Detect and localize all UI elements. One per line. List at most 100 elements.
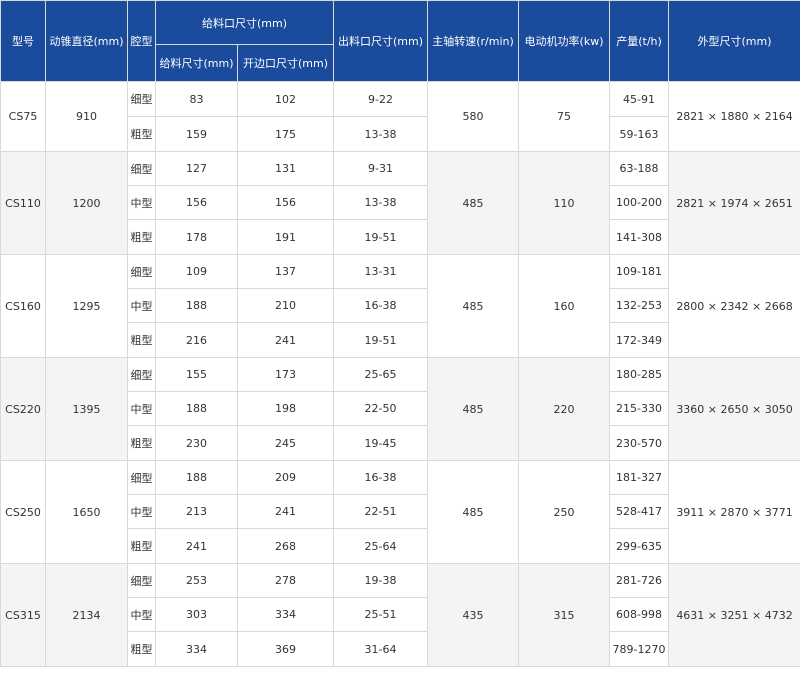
cavity-cell: 中型 [127, 391, 156, 426]
speed-cell: 485 [427, 357, 520, 461]
discharge-cell: 19-51 [333, 322, 429, 358]
feed-cell: 241 [155, 528, 238, 564]
model-group: CS75 910 细型 83 102 9-22 580 75 45-91 282… [0, 81, 800, 152]
discharge-cell: 31-64 [333, 631, 429, 667]
model-group: CS110 1200 细型 127 131 9-31 485 110 63-18… [0, 151, 800, 255]
table-row: CS315 2134 细型 253 278 19-38 435 315 281-… [0, 563, 800, 667]
diameter-cell: 1395 [45, 357, 128, 461]
discharge-cell: 13-38 [333, 185, 429, 220]
cavity-cell: 粗型 [127, 322, 156, 358]
open-cell: 210 [236, 288, 335, 323]
diameter-cell: 1295 [45, 254, 128, 358]
cavity-cell: 粗型 [127, 116, 156, 152]
cavity-cell: 细型 [127, 563, 156, 598]
cavity-cell: 中型 [127, 494, 156, 529]
capacity-cell: 180-285 [609, 357, 670, 392]
table-row: CS220 1395 细型 155 173 25-65 485 220 180-… [0, 357, 800, 461]
open-cell: 241 [236, 322, 335, 358]
capacity-cell: 141-308 [609, 219, 670, 255]
header-feed-size-group: 给料口尺寸(mm) [154, 0, 335, 45]
feed-cell: 213 [155, 494, 238, 529]
feed-cell: 159 [155, 116, 238, 152]
power-cell: 220 [518, 357, 611, 461]
cavity-cell: 细型 [127, 460, 156, 495]
capacity-cell: 608-998 [609, 597, 670, 632]
discharge-cell: 25-64 [333, 528, 429, 564]
cavity-cell: 中型 [127, 288, 156, 323]
discharge-cell: 22-51 [333, 494, 429, 529]
feed-cell: 109 [155, 254, 238, 289]
capacity-cell: 230-570 [609, 425, 670, 461]
header-discharge: 出料口尺寸(mm) [333, 0, 429, 82]
cavity-cell: 细型 [127, 151, 156, 186]
open-cell: 334 [236, 597, 335, 632]
feed-cell: 334 [155, 631, 238, 667]
table-header: 型号 动锥直径(mm) 腔型 给料口尺寸(mm) 出料口尺寸(mm) 主轴转速(… [0, 0, 800, 82]
header-dimensions: 外型尺寸(mm) [668, 0, 800, 82]
table-row: CS160 1295 细型 109 137 13-31 485 160 109-… [0, 254, 800, 358]
discharge-cell: 22-50 [333, 391, 429, 426]
model-cell: CS220 [0, 357, 46, 461]
feed-cell: 188 [155, 391, 238, 426]
discharge-cell: 19-51 [333, 219, 429, 255]
power-cell: 75 [518, 81, 611, 152]
open-cell: 245 [236, 425, 335, 461]
capacity-cell: 45-91 [609, 81, 670, 117]
feed-cell: 156 [155, 185, 238, 220]
header-cavity: 腔型 [127, 0, 156, 82]
capacity-cell: 109-181 [609, 254, 670, 289]
header-cone-diameter: 动锥直径(mm) [45, 0, 128, 82]
cavity-cell: 中型 [127, 185, 156, 220]
table-row: CS110 1200 细型 127 131 9-31 485 110 63-18… [0, 151, 800, 255]
header-feed-size: 给料尺寸(mm) [155, 44, 238, 82]
header-capacity: 产量(t/h) [609, 0, 670, 82]
open-cell: 173 [236, 357, 335, 392]
spec-table: 型号 动锥直径(mm) 腔型 给料口尺寸(mm) 出料口尺寸(mm) 主轴转速(… [0, 0, 800, 667]
speed-cell: 435 [427, 563, 520, 667]
open-cell: 137 [236, 254, 335, 289]
feed-cell: 127 [155, 151, 238, 186]
discharge-cell: 19-45 [333, 425, 429, 461]
dimensions-cell: 2821 × 1974 × 2651 [668, 151, 800, 255]
cavity-cell: 细型 [127, 81, 156, 117]
discharge-cell: 16-38 [333, 460, 429, 495]
speed-cell: 485 [427, 151, 520, 255]
model-group: CS250 1650 细型 188 209 16-38 485 250 181-… [0, 460, 800, 564]
cavity-cell: 粗型 [127, 631, 156, 667]
discharge-cell: 9-22 [333, 81, 429, 117]
header-spindle-speed: 主轴转速(r/min) [427, 0, 520, 82]
feed-cell: 253 [155, 563, 238, 598]
model-group: CS160 1295 细型 109 137 13-31 485 160 109-… [0, 254, 800, 358]
header-model: 型号 [0, 0, 46, 82]
dimensions-cell: 2800 × 2342 × 2668 [668, 254, 800, 358]
feed-cell: 303 [155, 597, 238, 632]
capacity-cell: 100-200 [609, 185, 670, 220]
power-cell: 250 [518, 460, 611, 564]
speed-cell: 580 [427, 81, 520, 152]
capacity-cell: 132-253 [609, 288, 670, 323]
power-cell: 110 [518, 151, 611, 255]
diameter-cell: 1650 [45, 460, 128, 564]
dimensions-cell: 2821 × 1880 × 2164 [668, 81, 800, 152]
table-row: CS75 910 细型 83 102 9-22 580 75 45-91 282… [0, 81, 800, 152]
speed-cell: 485 [427, 254, 520, 358]
cavity-cell: 粗型 [127, 425, 156, 461]
open-cell: 198 [236, 391, 335, 426]
feed-cell: 83 [155, 81, 238, 117]
discharge-cell: 13-31 [333, 254, 429, 289]
cavity-cell: 中型 [127, 597, 156, 632]
model-cell: CS250 [0, 460, 46, 564]
model-cell: CS110 [0, 151, 46, 255]
capacity-cell: 181-327 [609, 460, 670, 495]
capacity-cell: 63-188 [609, 151, 670, 186]
feed-cell: 178 [155, 219, 238, 255]
cavity-cell: 细型 [127, 254, 156, 289]
open-cell: 191 [236, 219, 335, 255]
diameter-cell: 1200 [45, 151, 128, 255]
discharge-cell: 13-38 [333, 116, 429, 152]
power-cell: 315 [518, 563, 611, 667]
cavity-cell: 细型 [127, 357, 156, 392]
open-cell: 131 [236, 151, 335, 186]
open-cell: 278 [236, 563, 335, 598]
cavity-cell: 粗型 [127, 219, 156, 255]
